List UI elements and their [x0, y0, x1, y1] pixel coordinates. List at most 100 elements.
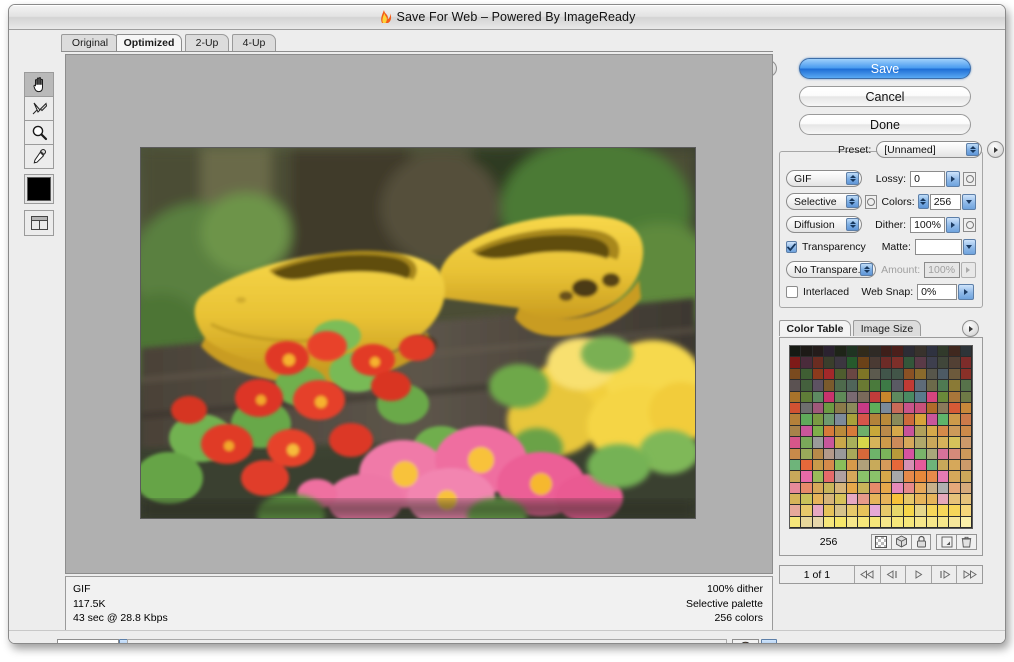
web-safe-cube-button[interactable] [891, 534, 912, 550]
color-swatch[interactable] [858, 471, 869, 482]
color-reduction-dropdown[interactable]: Selective [786, 193, 862, 210]
cancel-button[interactable]: Cancel [799, 86, 971, 107]
color-swatch[interactable] [938, 414, 949, 425]
color-swatch[interactable] [961, 426, 972, 437]
color-swatch[interactable] [847, 392, 858, 403]
color-swatch[interactable] [858, 346, 869, 357]
color-swatch[interactable] [870, 357, 881, 368]
color-swatch[interactable] [801, 380, 812, 391]
browser-list-dropdown-icon[interactable] [761, 639, 777, 644]
tab-4up[interactable]: 4-Up [232, 34, 276, 51]
color-swatch[interactable] [847, 494, 858, 505]
color-swatch[interactable] [813, 392, 824, 403]
color-swatch[interactable] [949, 414, 960, 425]
play-button[interactable] [905, 566, 931, 583]
color-swatch[interactable] [915, 357, 926, 368]
color-swatch[interactable] [892, 369, 903, 380]
color-swatch[interactable] [961, 494, 972, 505]
color-swatch[interactable] [813, 380, 824, 391]
color-swatch[interactable] [938, 494, 949, 505]
color-swatch[interactable] [858, 517, 869, 528]
color-swatch[interactable] [904, 357, 915, 368]
color-swatch[interactable] [813, 357, 824, 368]
color-swatch[interactable] [813, 346, 824, 357]
color-swatch[interactable] [904, 437, 915, 448]
color-swatch[interactable] [790, 517, 801, 528]
color-swatch[interactable] [881, 369, 892, 380]
color-swatch[interactable] [927, 517, 938, 528]
delete-color-button[interactable] [956, 534, 977, 550]
color-swatch[interactable] [801, 517, 812, 528]
color-swatch[interactable] [824, 426, 835, 437]
next-frame-button[interactable] [931, 566, 957, 583]
color-swatch[interactable] [813, 437, 824, 448]
color-swatch[interactable] [801, 357, 812, 368]
color-swatch[interactable] [824, 471, 835, 482]
reduction-channel-mask-icon[interactable] [865, 195, 878, 209]
color-swatch[interactable] [881, 494, 892, 505]
color-swatch[interactable] [915, 392, 926, 403]
last-frame-button[interactable] [956, 566, 982, 583]
color-swatch[interactable] [892, 483, 903, 494]
color-swatch[interactable] [927, 483, 938, 494]
color-swatch[interactable] [870, 403, 881, 414]
color-swatch[interactable] [915, 460, 926, 471]
color-swatch[interactable] [881, 380, 892, 391]
color-swatch[interactable] [858, 369, 869, 380]
color-swatch[interactable] [904, 449, 915, 460]
color-swatch[interactable] [858, 494, 869, 505]
color-swatch[interactable] [927, 403, 938, 414]
color-swatch[interactable] [915, 517, 926, 528]
color-swatch[interactable] [961, 380, 972, 391]
color-swatch[interactable] [801, 460, 812, 471]
color-swatch[interactable] [847, 426, 858, 437]
color-swatch[interactable] [824, 517, 835, 528]
color-swatch[interactable] [824, 346, 835, 357]
color-swatch[interactable] [927, 392, 938, 403]
color-swatch[interactable] [881, 357, 892, 368]
color-swatch[interactable] [904, 426, 915, 437]
color-swatch[interactable] [927, 414, 938, 425]
color-swatch[interactable] [881, 414, 892, 425]
color-swatch[interactable] [835, 357, 846, 368]
color-swatch[interactable] [938, 426, 949, 437]
transparency-dither-stepper-icon[interactable] [860, 263, 873, 276]
color-swatch[interactable] [847, 517, 858, 528]
color-swatch[interactable] [927, 357, 938, 368]
color-swatch[interactable] [813, 449, 824, 460]
matte-field[interactable] [915, 239, 962, 255]
color-swatch[interactable] [835, 392, 846, 403]
color-swatch[interactable] [813, 403, 824, 414]
color-swatch[interactable] [790, 392, 801, 403]
eyedropper-tool[interactable] [24, 144, 54, 169]
dither-channel-mask-icon[interactable] [963, 218, 976, 232]
color-swatch[interactable] [949, 494, 960, 505]
color-swatch[interactable] [847, 471, 858, 482]
color-swatch[interactable] [949, 369, 960, 380]
color-swatch[interactable] [892, 449, 903, 460]
dither-field[interactable]: 100% [910, 217, 945, 233]
color-swatch[interactable] [824, 449, 835, 460]
color-swatch[interactable] [847, 449, 858, 460]
color-swatch[interactable] [949, 449, 960, 460]
color-swatch[interactable] [927, 449, 938, 460]
optimized-image-preview[interactable] [140, 147, 696, 519]
color-swatch[interactable] [847, 414, 858, 425]
color-swatch[interactable] [904, 380, 915, 391]
color-swatch[interactable] [927, 460, 938, 471]
color-swatch[interactable] [881, 505, 892, 516]
color-swatch[interactable] [927, 505, 938, 516]
color-swatch[interactable] [824, 414, 835, 425]
color-swatch[interactable] [892, 494, 903, 505]
color-swatch[interactable] [801, 414, 812, 425]
color-swatch[interactable] [881, 403, 892, 414]
color-swatch[interactable] [904, 517, 915, 528]
color-swatch[interactable] [938, 483, 949, 494]
color-swatch[interactable] [961, 460, 972, 471]
matte-dropdown-arrow-icon[interactable] [963, 239, 976, 255]
colors-stepper-icon[interactable] [918, 194, 929, 209]
color-swatch[interactable] [915, 483, 926, 494]
color-swatch[interactable] [881, 437, 892, 448]
color-swatch[interactable] [938, 471, 949, 482]
color-swatch[interactable] [801, 505, 812, 516]
